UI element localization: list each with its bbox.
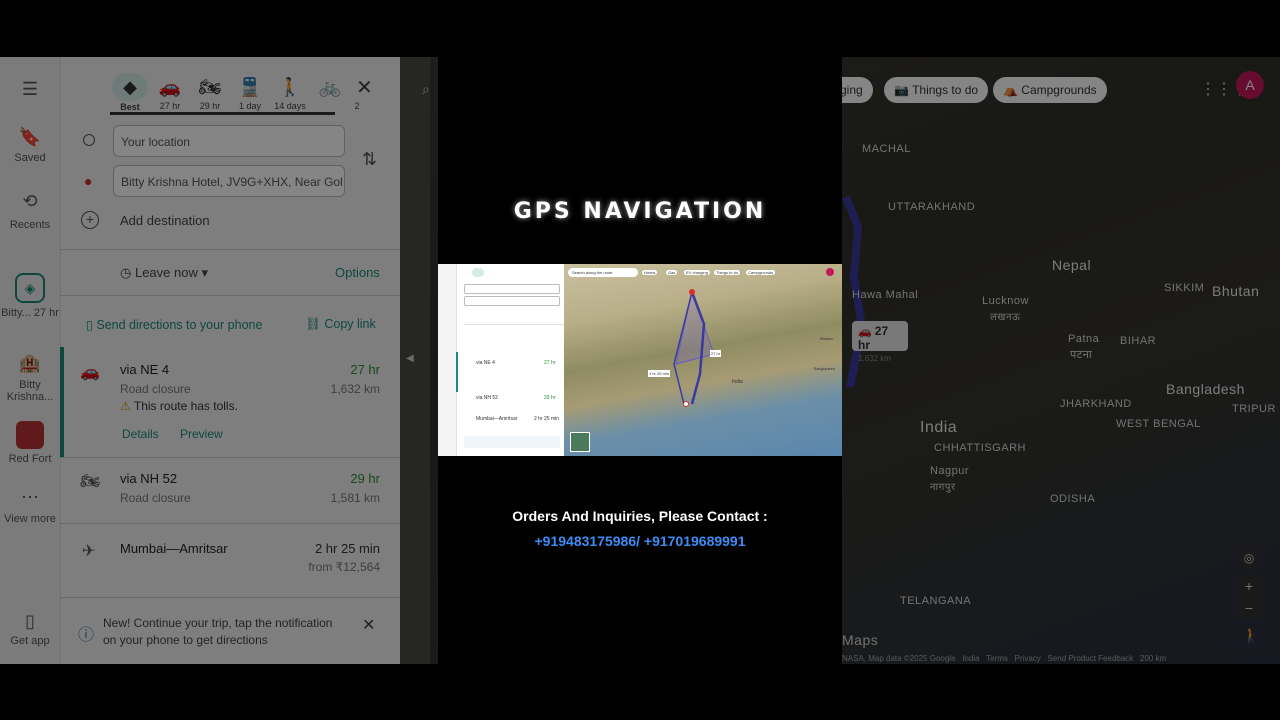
mini-route-time: 27 hr [544,360,556,366]
mini-callout: 1 hr 25 min [648,370,671,377]
mini-route-time: 2 hr 25 min [534,416,560,422]
mini-best-icon [472,268,484,277]
mini-route-title: Mumbai—Amritsar [476,416,518,422]
mini-selected-route-bar [456,352,458,392]
mini-route-overlay [673,289,715,407]
mini-map-label: Bhutan [820,336,833,341]
mini-route-time: 29 hr [544,395,556,401]
mini-rail [438,264,457,456]
mini-layers-thumbnail [570,432,590,452]
page-title: GPS NAVIGATION [513,199,767,224]
mini-callout: 27 hr [710,350,722,357]
divider [464,324,564,325]
mini-route-title: via NE 4 [476,360,495,366]
mini-origin-input [464,284,560,294]
mini-route-title: via NH 52 [476,395,498,401]
contact-phone-numbers[interactable]: +919483175986/ +917019689991 [438,533,842,549]
mini-map-label: Bangladesh [814,366,836,371]
mini-directions-panel: via NE 4 27 hr via NH 52 29 hr Mumbai—Am… [438,264,565,456]
video-card: GPS NAVIGATION via NE 4 27 hr via NH 52 … [438,57,842,664]
mini-destination-input [464,296,560,306]
mini-map: Search along the route Hotels Gas EV cha… [564,264,842,456]
mini-notice [464,436,560,448]
maps-screenshot: via NE 4 27 hr via NH 52 29 hr Mumbai—Am… [438,264,842,456]
contact-heading: Orders And Inquiries, Please Contact : [512,508,768,524]
mini-map-label: India [732,379,743,385]
